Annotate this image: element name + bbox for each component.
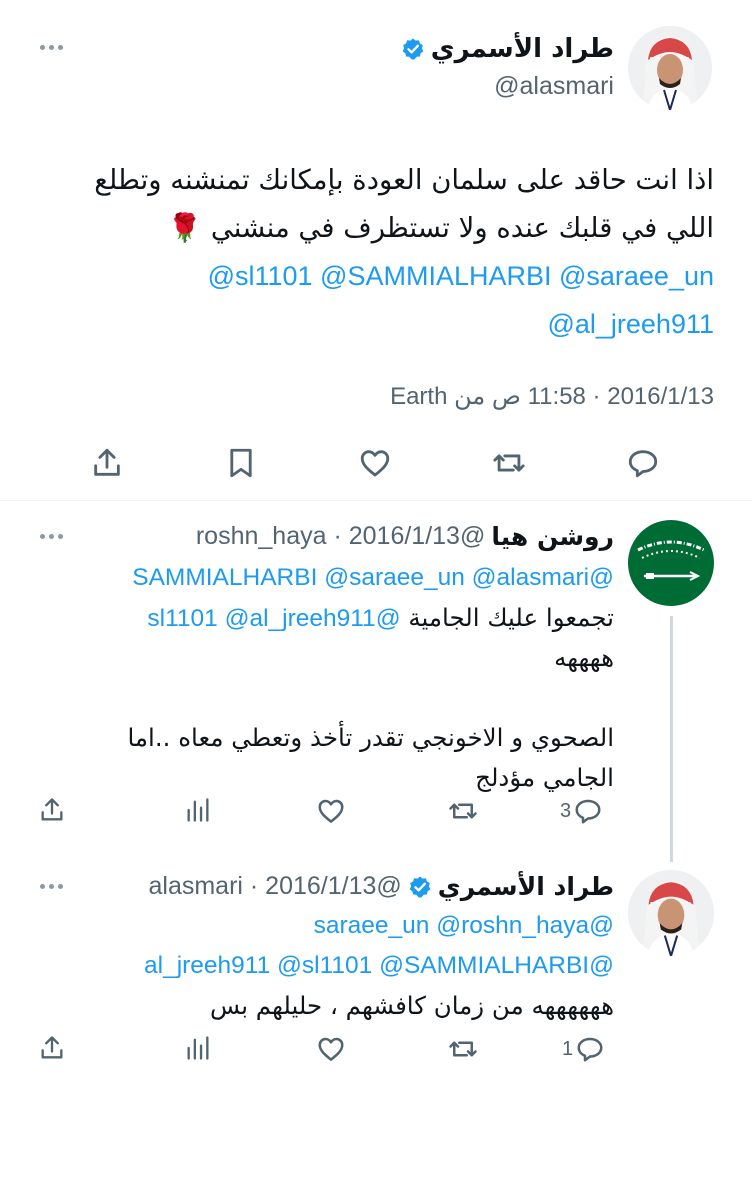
author-avatar[interactable] xyxy=(628,26,712,110)
tweet-text-line: اللي في قلبك عنده ولا تستظرف في منشني 🌹 xyxy=(167,212,714,244)
mention-line[interactable]: @SAMMIALHARBI @saraee_un @alasmari xyxy=(24,558,614,598)
retweet-icon xyxy=(448,796,478,826)
author-name-row[interactable]: طراد الأسمري xyxy=(401,34,614,64)
tweet-text-line: اذا انت حاقد على سلمان العودة بإمكانك تم… xyxy=(94,164,714,196)
reply-header: طراد الأسمري @alasmari · 2016/1/13 xyxy=(149,872,615,901)
reply-text-blank xyxy=(24,678,614,718)
reply-avatar[interactable] xyxy=(628,520,714,606)
reply-text-line: تجمعوا عليك الجامية @sl1101 @al_jreeh911 xyxy=(24,598,614,638)
retweet-button[interactable] xyxy=(448,1034,478,1064)
verified-badge-icon xyxy=(408,875,432,899)
tweet-timestamp[interactable]: 2016/1/13 · 11:58 ص من Earth xyxy=(390,382,714,411)
heart-icon xyxy=(316,796,346,826)
divider xyxy=(0,500,752,501)
share-button[interactable] xyxy=(38,796,66,824)
reply-text-segment: تجمعوا عليك الجامية xyxy=(408,603,614,632)
reply-icon xyxy=(573,796,603,826)
thread-connector xyxy=(670,616,673,862)
like-button[interactable] xyxy=(358,446,392,480)
reply-button[interactable]: 1 xyxy=(562,1034,605,1064)
bookmark-button[interactable] xyxy=(224,446,258,480)
reply-handle-date[interactable]: @alasmari · 2016/1/13 xyxy=(149,872,402,901)
reply-text: @SAMMIALHARBI @saraee_un @alasmari تجمعو… xyxy=(24,558,614,798)
share-icon xyxy=(38,796,66,824)
like-button[interactable] xyxy=(316,796,346,826)
heart-icon xyxy=(316,1034,346,1064)
reply-header: روشن هيا @roshn_haya · 2016/1/13 xyxy=(196,522,614,551)
share-icon xyxy=(90,446,124,480)
reply-button[interactable] xyxy=(626,446,660,480)
reply-author-name[interactable]: طراد الأسمري xyxy=(438,872,614,901)
share-icon xyxy=(38,1034,66,1062)
reply-icon xyxy=(626,446,660,480)
main-tweet: طراد الأسمري @alasmari اذا انت حاقد على … xyxy=(0,0,752,500)
views-button[interactable] xyxy=(184,1034,212,1062)
bookmark-icon xyxy=(224,446,258,480)
heart-icon xyxy=(358,446,392,480)
more-options-icon[interactable] xyxy=(40,534,63,539)
mention-line[interactable]: @al_jreeh911 xyxy=(24,300,714,348)
analytics-icon xyxy=(184,796,212,824)
reply-icon xyxy=(575,1034,605,1064)
reply-text-line: الصحوي و الاخونجي تقدر تأخذ وتعطي معاه .… xyxy=(127,723,614,752)
more-options-icon[interactable] xyxy=(40,45,63,50)
more-options-icon[interactable] xyxy=(40,884,63,889)
views-button[interactable] xyxy=(184,796,212,824)
retweet-icon xyxy=(448,1034,478,1064)
share-button[interactable] xyxy=(38,1034,66,1062)
reply-avatar[interactable] xyxy=(628,870,714,956)
reply-button[interactable]: 3 xyxy=(560,796,603,826)
author-handle[interactable]: @alasmari xyxy=(494,72,614,101)
retweet-icon xyxy=(492,446,526,480)
verified-badge-icon xyxy=(401,37,425,61)
tweet-text: اذا انت حاقد على سلمان العودة بإمكانك تم… xyxy=(24,156,714,252)
retweet-button[interactable] xyxy=(448,796,478,826)
reply-handle-date[interactable]: @roshn_haya · 2016/1/13 xyxy=(196,522,485,551)
mention-line[interactable]: @al_jreeh911 @sl1101 @SAMMIALHARBI xyxy=(24,946,614,986)
reply-text: @saraee_un @roshn_haya @al_jreeh911 @sl1… xyxy=(24,906,614,1026)
mention-segment[interactable]: @sl1101 @al_jreeh911 xyxy=(147,605,400,632)
reply-count: 1 xyxy=(562,1037,574,1060)
reply-text-line: ههههه xyxy=(554,643,614,672)
reply-text-line: الجامي مؤدلج xyxy=(475,763,614,792)
mention-line[interactable]: @saraee_un @roshn_haya xyxy=(24,906,614,946)
reply-author-name[interactable]: روشن هيا xyxy=(491,522,614,551)
reply-count: 3 xyxy=(560,799,572,822)
author-name[interactable]: طراد الأسمري xyxy=(431,34,614,64)
analytics-icon xyxy=(184,1034,212,1062)
reply-text-line: ههههههه من زمان كافشهم ، حليلهم بس xyxy=(209,991,614,1020)
like-button[interactable] xyxy=(316,1034,346,1064)
tweet-mentions: @sl1101 @SAMMIALHARBI @saraee_un @al_jre… xyxy=(24,252,714,348)
share-button[interactable] xyxy=(90,446,124,480)
retweet-button[interactable] xyxy=(492,446,526,480)
mention-line[interactable]: @sl1101 @SAMMIALHARBI @saraee_un xyxy=(24,252,714,300)
